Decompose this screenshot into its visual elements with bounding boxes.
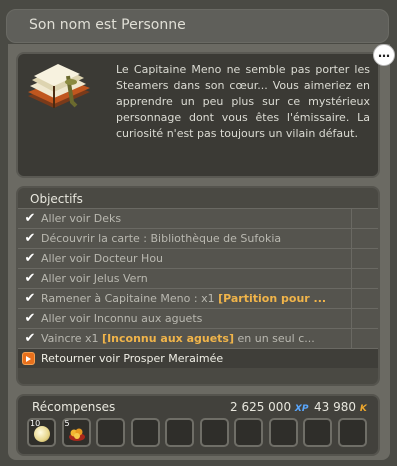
- objective-text: Aller voir Deks: [41, 212, 122, 225]
- objective-text: Vaincre x1: [41, 332, 103, 345]
- objective-scroll-column: [351, 269, 378, 288]
- objective-row: ✔ Découvrir la carte : Bibliothèque de S…: [18, 228, 378, 248]
- reward-slot[interactable]: 5: [61, 418, 91, 447]
- objective-scroll-column: [351, 249, 378, 268]
- reward-slot-empty: [337, 418, 367, 447]
- objective-row-current[interactable]: Retourner voir Prosper Meraimée: [18, 348, 378, 368]
- objective-text: Ramener à Capitaine Meno : x1: [41, 292, 219, 305]
- objective-row: ✔ Aller voir Docteur Hou: [18, 248, 378, 268]
- check-icon: ✔: [24, 291, 36, 306]
- current-objective-arrow-icon[interactable]: [22, 352, 35, 365]
- objective-text: Aller voir Inconnu aux aguets: [41, 312, 203, 325]
- quest-description-box: Le Capitaine Meno ne semble pas porter l…: [16, 52, 380, 178]
- objective-scroll-column: [351, 309, 378, 328]
- xp-icon: XP: [294, 404, 309, 414]
- check-icon: ✔: [24, 271, 36, 286]
- check-icon: ✔: [24, 311, 36, 326]
- check-icon: ✔: [24, 331, 36, 346]
- objective-monster-link[interactable]: [Inconnu aux aguets]: [102, 332, 234, 345]
- objective-row: ✔ Aller voir Inconnu aux aguets: [18, 308, 378, 328]
- objectives-header: Objectifs: [30, 192, 83, 206]
- reward-slot-empty: [234, 418, 263, 447]
- orb-icon: [34, 426, 50, 442]
- reward-slot[interactable]: 10: [27, 418, 56, 447]
- kamas-reward: 43 980 K: [314, 400, 367, 414]
- objective-row: ✔ Aller voir Jelus Vern: [18, 268, 378, 288]
- rewards-label: Récompenses: [32, 400, 116, 414]
- reward-quantity: 5: [64, 419, 70, 428]
- reward-quantity: 10: [30, 419, 41, 428]
- reward-slot-empty: [199, 418, 229, 447]
- rewards-panel: Récompenses 2 625 000 XP 43 980 K 10 5: [16, 394, 380, 456]
- reward-slot-empty: [165, 418, 194, 447]
- objective-row: ✔ Aller voir Deks: [18, 208, 378, 228]
- quest-title: Son nom est Personne: [29, 17, 186, 33]
- reward-slot-empty: [303, 418, 332, 447]
- check-icon: ✔: [24, 251, 36, 266]
- objective-scroll-column: [351, 209, 378, 228]
- treasure-icon: [68, 428, 85, 441]
- kamas-icon: K: [359, 404, 367, 414]
- speech-bubble-icon[interactable]: …: [373, 44, 395, 66]
- check-icon: ✔: [24, 211, 36, 226]
- objective-suffix: en un seul c...: [234, 332, 315, 345]
- book-icon: [28, 64, 90, 108]
- reward-slot-empty: [130, 418, 160, 447]
- quest-description: Le Capitaine Meno ne semble pas porter l…: [116, 63, 370, 140]
- objectives-panel: Objectifs ✔ Aller voir Deks ✔ Découvrir …: [16, 186, 380, 386]
- objective-scroll-column: [351, 329, 378, 348]
- objective-scroll-column: [351, 229, 378, 248]
- objective-text: Aller voir Jelus Vern: [41, 272, 148, 285]
- reward-slots: 10 5: [27, 418, 367, 447]
- objective-text: Retourner voir Prosper Meraimée: [41, 352, 224, 365]
- kamas-value: 43 980: [314, 400, 356, 414]
- xp-value: 2 625 000: [230, 400, 292, 414]
- quest-title-bar: Son nom est Personne: [6, 9, 389, 43]
- check-icon: ✔: [24, 231, 36, 246]
- reward-slot-empty: [96, 418, 125, 447]
- objective-text: Aller voir Docteur Hou: [41, 252, 164, 265]
- reward-slot-empty: [268, 418, 298, 447]
- objective-row: ✔ Vaincre x1 [Inconnu aux aguets] en un …: [18, 328, 378, 348]
- objective-text: Découvrir la carte : Bibliothèque de Suf…: [41, 232, 282, 245]
- objectives-list: ✔ Aller voir Deks ✔ Découvrir la carte :…: [18, 208, 378, 368]
- objective-item-link[interactable]: [Partition pour ...: [218, 292, 326, 305]
- objective-row: ✔ Ramener à Capitaine Meno : x1 [Partiti…: [18, 288, 378, 308]
- xp-reward: 2 625 000 XP: [230, 400, 308, 414]
- objective-scroll-column: [351, 289, 378, 308]
